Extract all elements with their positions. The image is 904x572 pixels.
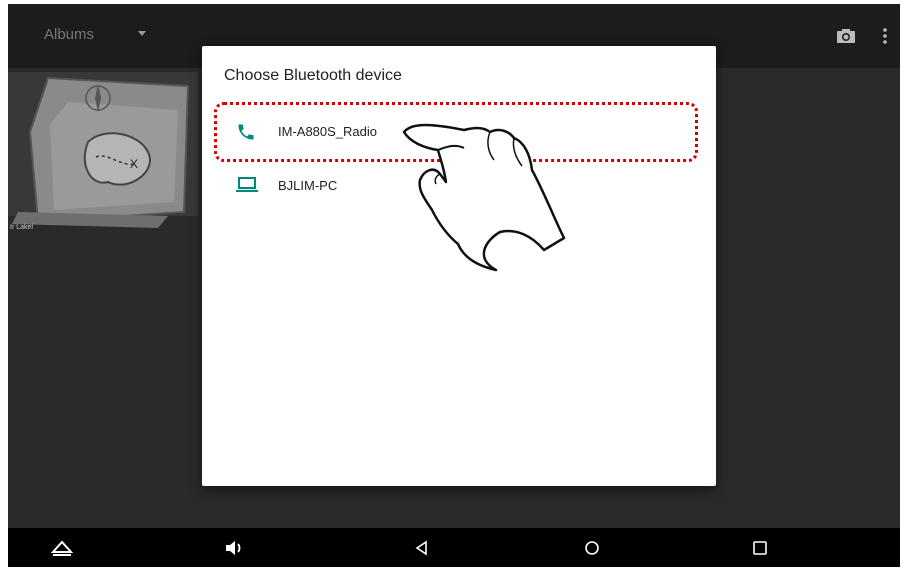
volume-icon[interactable] xyxy=(221,534,249,562)
recents-icon[interactable] xyxy=(746,534,774,562)
pointing-hand-icon xyxy=(402,123,566,272)
laptop-icon xyxy=(236,176,260,196)
device-label: BJLIM-PC xyxy=(278,178,338,193)
thumbnail-caption: Ir Lakel xyxy=(10,224,33,231)
treasure-map-image: X xyxy=(8,76,198,248)
back-icon[interactable] xyxy=(408,534,436,562)
home-circle-icon[interactable] xyxy=(578,534,606,562)
dialog-title: Choose Bluetooth device xyxy=(224,67,402,84)
svg-text:X: X xyxy=(130,157,138,171)
navigation-bar xyxy=(8,528,900,567)
camera-icon[interactable] xyxy=(836,28,856,49)
album-thumbnail[interactable]: X Ir Lakel xyxy=(8,72,198,248)
albums-title[interactable]: Albums xyxy=(44,26,94,43)
home-up-icon[interactable] xyxy=(48,534,76,562)
dropdown-caret-icon[interactable] xyxy=(138,31,146,36)
more-vert-icon[interactable] xyxy=(882,28,888,49)
